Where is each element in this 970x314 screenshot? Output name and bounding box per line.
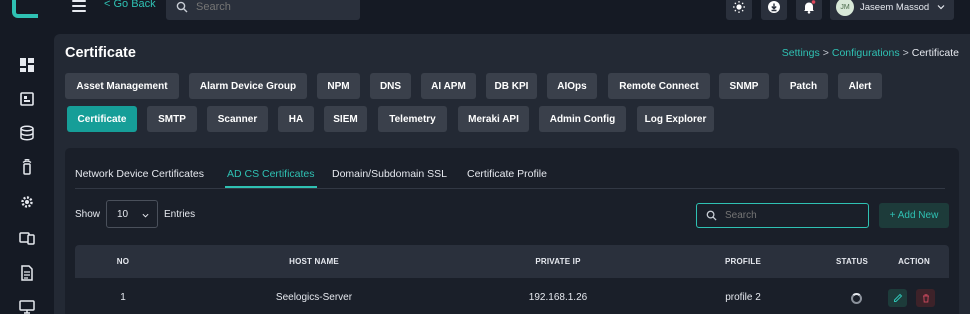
go-back-link[interactable]: < Go Back — [104, 0, 156, 10]
module-alarm-device-group[interactable]: Alarm Device Group — [189, 73, 307, 99]
dashboard-icon[interactable] — [18, 56, 36, 74]
certificate-panel: Network Device Certificates AD CS Certif… — [65, 148, 959, 314]
cell-no: 1 — [120, 292, 126, 303]
monitor-icon[interactable] — [18, 298, 36, 314]
module-meraki-api[interactable]: Meraki API — [458, 106, 529, 132]
cell-profile: profile 2 — [725, 292, 761, 303]
global-search-input[interactable] — [196, 1, 346, 13]
entries-select[interactable]: 10 — [106, 200, 158, 228]
table-search-input[interactable] — [725, 210, 865, 221]
tab-divider — [75, 188, 945, 189]
certificates-table: NO HOST NAME PRIVATE IP PROFILE STATUS A… — [75, 245, 949, 314]
module-snmp[interactable]: SNMP — [719, 73, 769, 99]
trash-icon — [922, 294, 929, 303]
chevron-down-icon — [142, 213, 149, 218]
assets-icon[interactable] — [18, 90, 36, 108]
remote-icon[interactable] — [18, 158, 36, 176]
breadcrumb-current: Certificate — [911, 47, 959, 59]
column-header-action: ACTION — [898, 257, 930, 266]
column-header-no: NO — [116, 257, 130, 266]
entries-value: 10 — [117, 208, 129, 220]
module-patch[interactable]: Patch — [779, 73, 828, 99]
sun-icon — [733, 1, 745, 13]
show-label: Show — [75, 209, 101, 220]
module-telemetry[interactable]: Telemetry — [378, 106, 447, 132]
module-npm[interactable]: NPM — [317, 73, 360, 99]
table-header: NO HOST NAME PRIVATE IP PROFILE STATUS A… — [75, 245, 949, 278]
top-bar: < Go Back JM Jaseem Massod — [54, 0, 970, 34]
module-ha[interactable]: HA — [278, 106, 314, 132]
bell-icon — [804, 0, 816, 14]
add-new-button[interactable]: + Add New — [879, 203, 949, 228]
document-icon[interactable] — [18, 264, 36, 282]
module-db-kpi[interactable]: DB KPI — [486, 73, 537, 99]
main-content: Certificate Settings > Configurations > Cert… — [54, 34, 970, 314]
breadcrumb: Settings > Configurations > Certificate — [781, 47, 959, 59]
delete-button[interactable] — [916, 289, 935, 307]
column-header-private-ip: PRIVATE IP — [535, 257, 581, 266]
tab-certificate-profile[interactable]: Certificate Profile — [467, 168, 547, 180]
module-remote-connect[interactable]: Remote Connect — [608, 73, 710, 99]
table-row: 1 Seelogics-Server 192.168.1.26 profile … — [75, 278, 949, 314]
tab-ad-cs-certificates[interactable]: AD CS Certificates — [227, 168, 315, 180]
column-header-profile: PROFILE — [724, 257, 762, 266]
column-header-status: STATUS — [835, 257, 869, 266]
cell-host-name: Seelogics-Server — [275, 292, 353, 303]
module-aiops[interactable]: AIOps — [547, 73, 597, 99]
table-search[interactable] — [696, 203, 869, 228]
search-icon — [706, 210, 717, 221]
module-scanner[interactable]: Scanner — [207, 106, 268, 132]
download-icon — [768, 1, 780, 13]
breadcrumb-settings[interactable]: Settings — [782, 47, 820, 59]
module-dns[interactable]: DNS — [370, 73, 411, 99]
chevron-down-icon — [937, 5, 945, 10]
notifications-button[interactable] — [796, 0, 822, 20]
tab-network-device-certificates[interactable]: Network Device Certificates — [75, 168, 204, 180]
global-search[interactable] — [166, 0, 360, 20]
module-siem[interactable]: SIEM — [324, 106, 367, 132]
breadcrumb-configurations[interactable]: Configurations — [832, 47, 900, 59]
tab-domain-subdomain-ssl[interactable]: Domain/Subdomain SSL — [332, 168, 447, 180]
devices-icon[interactable] — [18, 229, 36, 247]
app-logo[interactable] — [12, 0, 38, 18]
column-header-host-name: HOST NAME — [289, 257, 339, 266]
entries-label: Entries — [164, 209, 196, 220]
page-title: Certificate — [65, 45, 136, 61]
module-alert[interactable]: Alert — [838, 73, 882, 99]
settings-gear-icon[interactable] — [18, 193, 36, 211]
edit-icon — [893, 293, 902, 302]
module-admin-config[interactable]: Admin Config — [539, 106, 626, 132]
user-menu[interactable]: JM Jaseem Massod — [830, 0, 954, 20]
user-name: Jaseem Massod — [860, 1, 930, 13]
module-ai-apm[interactable]: AI APM — [421, 73, 476, 99]
edit-button[interactable] — [888, 289, 907, 307]
search-icon — [176, 1, 188, 13]
module-certificate[interactable]: Certificate — [67, 106, 137, 132]
database-icon[interactable] — [18, 124, 36, 142]
cell-private-ip: 192.168.1.26 — [528, 292, 588, 303]
sidebar — [0, 0, 54, 314]
status-loading-icon — [851, 293, 862, 304]
module-smtp[interactable]: SMTP — [147, 106, 197, 132]
active-tab-indicator — [225, 186, 317, 188]
hamburger-menu-icon[interactable] — [72, 0, 86, 12]
module-asset-management[interactable]: Asset Management — [65, 73, 179, 99]
theme-toggle-button[interactable] — [726, 0, 752, 20]
avatar: JM — [836, 0, 854, 16]
download-button[interactable] — [761, 0, 787, 20]
module-log-explorer[interactable]: Log Explorer — [637, 106, 714, 132]
